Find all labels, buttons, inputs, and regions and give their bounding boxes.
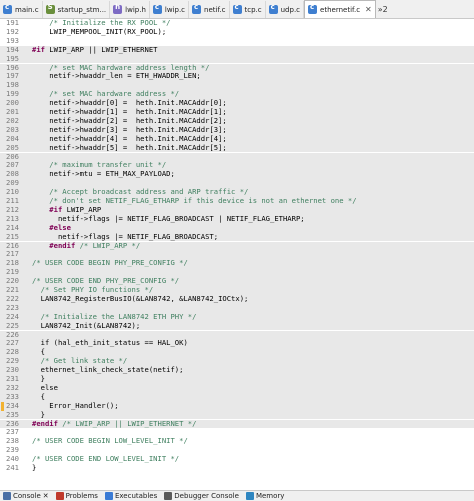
problems-icon	[55, 492, 64, 500]
c-file-icon	[192, 3, 202, 14]
debugger-console-icon	[164, 492, 173, 500]
code-text: netif->flags |= NETIF_FLAG_BROADCAST | N…	[32, 213, 305, 223]
code-text: /* USER CODE BEGIN PHY_PRE_CONFIG */	[32, 258, 188, 268]
tab-startup-stm-[interactable]: startup_stm...	[43, 1, 111, 18]
memory-icon	[245, 492, 254, 500]
code-line[interactable]: 231 }	[0, 374, 474, 384]
c-file-icon	[268, 3, 278, 14]
bottom-tab-executables[interactable]: Executables	[104, 492, 158, 500]
tab-lwip-c[interactable]: lwip.c	[150, 1, 190, 18]
code-line[interactable]: 241}	[0, 463, 474, 473]
bottom-tab-console[interactable]: Console ✕	[3, 492, 49, 500]
editor-tab-bar: main.c startup_stm... lwip.h lwip.c netif.c t…	[0, 0, 474, 19]
tab-netif-c[interactable]: netif.c	[189, 1, 230, 18]
tab-label: lwip.c	[164, 5, 186, 14]
bottom-tab-label: Console	[13, 492, 41, 500]
header-file-icon	[113, 3, 123, 14]
code-text: LWIP_MEMPOOL_INIT(RX_POOL);	[32, 26, 167, 36]
code-line[interactable]: 197 netif->hwaddr_len = ETH_HWADDR_LEN;	[0, 71, 474, 82]
bottom-panel-tab-bar: Console ✕ Problems Executables Debugger Cons…	[0, 490, 474, 501]
code-line[interactable]: 208 netif->mtu = ETH_MAX_PAYLOAD;	[0, 169, 474, 180]
asm-file-icon	[45, 3, 55, 14]
executables-icon	[104, 492, 113, 500]
bottom-tab-problems[interactable]: Problems	[55, 492, 98, 500]
code-text: #if LWIP_ARP || LWIP_ETHERNET	[32, 44, 158, 54]
line-number: 241	[6, 463, 19, 472]
tab-label: tcp.c	[244, 5, 262, 14]
tab-ethernetif-c[interactable]: ethernetif.c ✕	[304, 0, 376, 18]
bottom-tab-label: Debugger Console	[174, 492, 239, 500]
code-line[interactable]: 192 LWIP_MEMPOOL_INIT(RX_POOL);	[0, 26, 474, 37]
tab-label: netif.c	[204, 5, 226, 14]
code-line[interactable]: 194 #if LWIP_ARP || LWIP_ETHERNET	[0, 44, 474, 55]
code-line[interactable]: 225 LAN8742_Init(&LAN8742);	[0, 320, 474, 331]
code-line[interactable]: 213 netif->flags |= NETIF_FLAG_BROADCAST…	[0, 213, 474, 224]
c-file-icon	[3, 3, 12, 14]
code-text: /* USER CODE END LOW_LEVEL_INIT */	[32, 454, 180, 464]
code-line[interactable]: 238/* USER CODE BEGIN LOW_LEVEL_INIT */	[0, 436, 474, 446]
c-file-icon	[232, 3, 242, 14]
tab-label: lwip.h	[125, 5, 146, 14]
code-line[interactable]: 230 ethernet_link_check_state(netif);	[0, 365, 474, 375]
code-line[interactable]: 240/* USER CODE END LOW_LEVEL_INIT */	[0, 454, 474, 464]
code-line[interactable]: 234 Error_Handler();	[0, 401, 474, 411]
code-line[interactable]: 218/* USER CODE BEGIN PHY_PRE_CONFIG */	[0, 258, 474, 269]
c-file-icon	[152, 3, 162, 14]
tab-label: udp.c	[280, 5, 301, 14]
close-tab-icon[interactable]: ✕	[43, 492, 49, 500]
tab-label: ethernetif.c	[320, 5, 361, 14]
code-text: /* USER CODE BEGIN LOW_LEVEL_INIT */	[32, 436, 188, 446]
bottom-tab-memory[interactable]: Memory	[245, 492, 285, 500]
bottom-tab-label: Memory	[255, 492, 285, 500]
tab-overflow-button[interactable]: »2	[376, 1, 390, 18]
tab-udp-c[interactable]: udp.c	[266, 1, 305, 18]
code-line[interactable]: 222 LAN8742_RegisterBusIO(&LAN8742, &LAN…	[0, 293, 474, 304]
code-text: netif->hwaddr_len = ETH_HWADDR_LEN;	[32, 71, 201, 81]
bottom-tab-label: Executables	[114, 492, 158, 500]
close-tab-icon[interactable]: ✕	[365, 5, 372, 14]
code-text: }	[32, 463, 37, 472]
code-line[interactable]: 227 if (hal_eth_init_status == HAL_OK)	[0, 338, 474, 349]
c-file-icon	[308, 3, 318, 14]
code-line[interactable]: 232 else	[0, 383, 474, 393]
code-text: LAN8742_Init(&LAN8742);	[32, 320, 141, 330]
code-text: ethernet_link_check_state(netif);	[32, 365, 184, 375]
console-icon	[3, 492, 11, 500]
bottom-tab-label: Problems	[65, 492, 98, 500]
bottom-tab-debugger-console[interactable]: Debugger Console	[164, 492, 239, 500]
code-line[interactable]: 205 netif->hwaddr[5] = heth.Init.MACAddr…	[0, 142, 474, 153]
code-text: #endif /* LWIP_ARP || LWIP_ETHERNET */	[32, 418, 197, 428]
code-text: netif->hwaddr[5] = heth.Init.MACAddr[5];	[32, 142, 227, 152]
code-editor[interactable]: 191 /* Initialize the RX POOL */192 LWIP…	[0, 19, 474, 489]
code-text: if (hal_eth_init_status == HAL_OK)	[32, 338, 188, 348]
tab-label: startup_stm...	[57, 5, 107, 14]
tab-main-c[interactable]: main.c	[0, 1, 43, 18]
code-text: LAN8742_RegisterBusIO(&LAN8742, &LAN8742…	[32, 293, 249, 303]
code-text: netif->mtu = ETH_MAX_PAYLOAD;	[32, 169, 175, 179]
change-marker-icon	[1, 401, 4, 411]
code-line[interactable]: 236 #endif /* LWIP_ARP || LWIP_ETHERNET *…	[0, 418, 474, 429]
tab-label: main.c	[15, 5, 39, 14]
code-text: #endif /* LWIP_ARP */	[32, 240, 141, 250]
tab-lwip-h[interactable]: lwip.h	[110, 1, 150, 18]
code-line[interactable]: 216 #endif /* LWIP_ARP */	[0, 240, 474, 251]
tab-tcp-c[interactable]: tcp.c	[230, 1, 266, 18]
